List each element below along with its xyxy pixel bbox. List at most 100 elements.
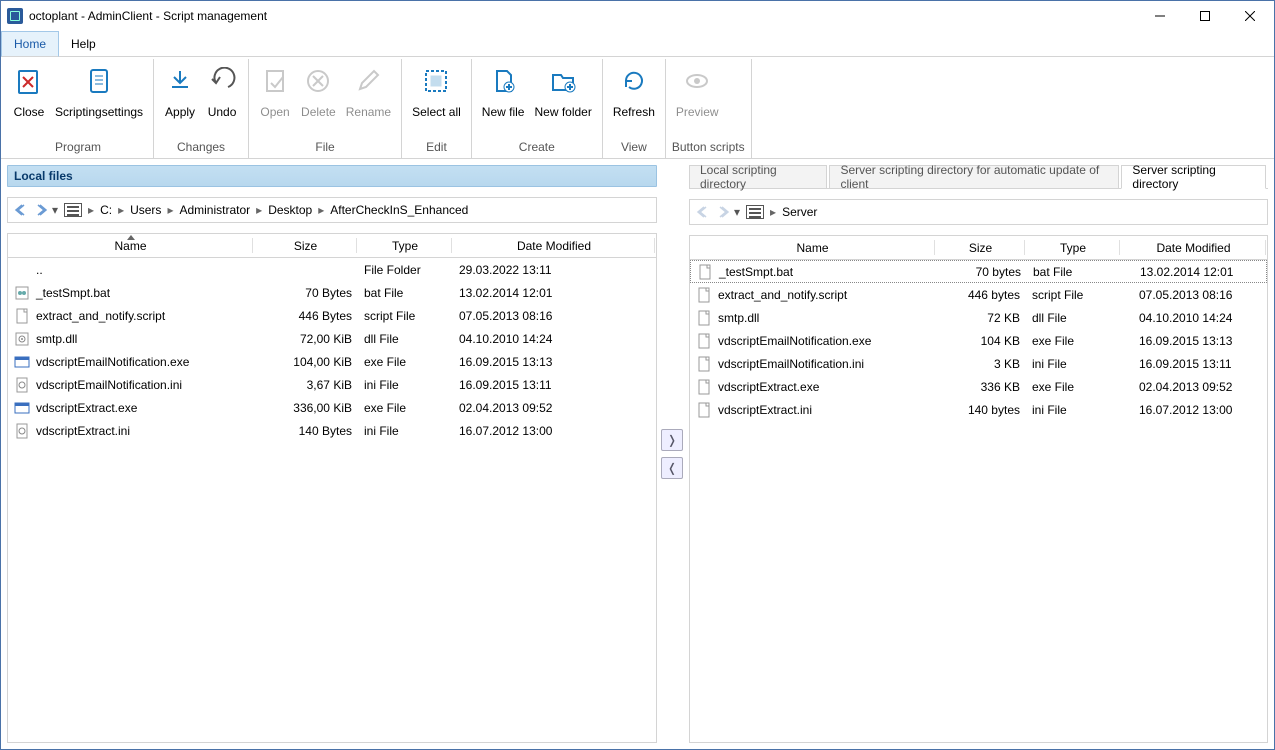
file-date: 16.09.2015 13:13 [453,355,656,369]
col-name[interactable]: Name [690,236,936,259]
file-icon [697,264,713,280]
open-icon [259,65,291,97]
view-details-icon[interactable] [746,205,764,219]
file-row[interactable]: vdscriptExtract.exe336 KBexe File02.04.2… [690,375,1267,398]
col-size[interactable]: Size [936,236,1026,259]
ribbon-scripting-settings-button[interactable]: Scriptingsettings [51,61,147,140]
rename-icon [352,65,384,97]
ribbon-preview-button[interactable]: Preview [672,61,723,140]
file-row[interactable]: extract_and_notify.script446 bytesscript… [690,283,1267,306]
file-name: vdscriptExtract.ini [718,403,812,417]
ribbon-close-button[interactable]: Close [9,61,49,140]
file-name: vdscriptEmailNotification.exe [718,334,871,348]
file-icon [696,402,712,418]
window-maximize-button[interactable] [1182,2,1227,30]
ribbon-apply-button[interactable]: Apply [160,61,200,140]
file-date: 16.09.2015 13:13 [1121,334,1267,348]
col-type[interactable]: Type [358,234,453,257]
nav-history-dropdown-icon[interactable]: ▾ [734,205,740,219]
local-breadcrumb-bar: ▾ ▸C:▸Users▸Administrator▸Desktop▸AfterC… [7,197,657,223]
transfer-right-button[interactable]: ❭ [661,429,683,451]
file-type: dll File [358,332,453,346]
apply-icon [164,65,196,97]
file-row[interactable]: ..File Folder29.03.2022 13:11 [8,258,656,281]
window-minimize-button[interactable] [1137,2,1182,30]
menu-help[interactable]: Help [59,31,108,56]
breadcrumb-segment[interactable]: Administrator [175,203,254,217]
delete-icon [302,65,334,97]
transfer-left-button[interactable]: ❬ [661,457,683,479]
breadcrumb-segment[interactable]: Desktop [264,203,316,217]
file-size: 446 Bytes [254,309,358,323]
file-row[interactable]: _testSmpt.bat70 Bytesbat File13.02.2014 … [8,281,656,304]
file-row[interactable]: smtp.dll72,00 KiBdll File04.10.2010 14:2… [8,327,656,350]
nav-forward-icon[interactable] [32,201,50,219]
server-pane: Local scripting directory Server scripti… [689,165,1268,743]
file-date: 16.07.2012 13:00 [453,424,656,438]
tab-local-scripting[interactable]: Local scripting directory [689,165,827,188]
file-icon [14,377,30,393]
ribbon-refresh-button[interactable]: Refresh [609,61,659,140]
ribbon-group-program: Program [9,140,147,158]
col-name[interactable]: Name [8,234,254,257]
server-crumbs[interactable]: ▸Server [770,205,1263,219]
file-row[interactable]: vdscriptEmailNotification.ini3,67 KiBini… [8,373,656,396]
title-bar: octoplant - AdminClient - Script managem… [1,1,1274,31]
close-page-icon [13,65,45,97]
local-crumbs[interactable]: ▸C:▸Users▸Administrator▸Desktop▸AfterChe… [88,203,652,217]
breadcrumb-segment[interactable]: AfterCheckInS_Enhanced [326,203,472,217]
file-size: 140 Bytes [254,424,358,438]
col-date[interactable]: Date Modified [1121,236,1267,259]
file-type: ini File [358,424,453,438]
breadcrumb-segment[interactable]: Server [778,205,821,219]
file-name: vdscriptExtract.exe [718,380,819,394]
file-row[interactable]: vdscriptExtract.exe336,00 KiBexe File02.… [8,396,656,419]
server-file-list: Name Size Type Date Modified _testSmpt.b… [689,235,1268,743]
chevron-right-icon: ▸ [770,205,776,219]
ribbon-delete-button[interactable]: Delete [297,61,340,140]
chevron-right-icon: ▸ [118,203,124,217]
nav-back-icon[interactable] [694,203,712,221]
file-row[interactable]: vdscriptExtract.ini 140 bytesini File16.0… [690,398,1267,421]
file-row[interactable]: extract_and_notify.script446 Bytesscript… [8,304,656,327]
view-details-icon[interactable] [64,203,82,217]
col-size[interactable]: Size [254,234,358,257]
tab-server-auto-update[interactable]: Server scripting directory for automatic… [829,165,1119,188]
file-icon [696,310,712,326]
ribbon-undo-button[interactable]: Undo [202,61,242,140]
file-type: ini File [1026,357,1121,371]
file-icon [14,331,30,347]
ribbon-new-file-button[interactable]: New file [478,61,529,140]
nav-forward-icon[interactable] [714,203,732,221]
ribbon-open-button[interactable]: Open [255,61,295,140]
menu-home[interactable]: Home [1,31,59,57]
breadcrumb-segment[interactable]: C: [96,203,116,217]
file-size: 72 KB [936,311,1026,325]
file-row[interactable]: _testSmpt.bat70 bytesbat File13.02.2014 … [690,260,1267,283]
file-date: 16.07.2012 13:00 [1121,403,1267,417]
refresh-icon [618,65,650,97]
file-size: 336 KB [936,380,1026,394]
file-date: 16.09.2015 13:11 [1121,357,1267,371]
ribbon-rename-button[interactable]: Rename [342,61,395,140]
breadcrumb-segment[interactable]: Users [126,203,165,217]
nav-back-icon[interactable] [12,201,30,219]
file-size: 104,00 KiB [254,355,358,369]
nav-history-dropdown-icon[interactable]: ▾ [52,203,58,217]
file-row[interactable]: vdscriptExtract.ini140 Bytesini File16.0… [8,419,656,442]
file-row[interactable]: vdscriptEmailNotification.ini3 KBini Fil… [690,352,1267,375]
col-date[interactable]: Date Modified [453,234,656,257]
window-close-button[interactable] [1227,2,1272,30]
file-row[interactable]: smtp.dll72 KBdll File04.10.2010 14:24 [690,306,1267,329]
file-size: 3,67 KiB [254,378,358,392]
file-type: ini File [1026,403,1121,417]
file-row[interactable]: vdscriptEmailNotification.exe104,00 KiBe… [8,350,656,373]
ribbon-select-all-button[interactable]: Select all [408,61,465,140]
col-type[interactable]: Type [1026,236,1121,259]
file-type: script File [358,309,453,323]
file-row[interactable]: vdscriptEmailNotification.exe104 KBexe F… [690,329,1267,352]
file-size: 140 bytes [936,403,1026,417]
file-icon [14,262,30,278]
ribbon-new-folder-button[interactable]: New folder [530,61,595,140]
tab-server-scripting[interactable]: Server scripting directory [1121,165,1266,189]
